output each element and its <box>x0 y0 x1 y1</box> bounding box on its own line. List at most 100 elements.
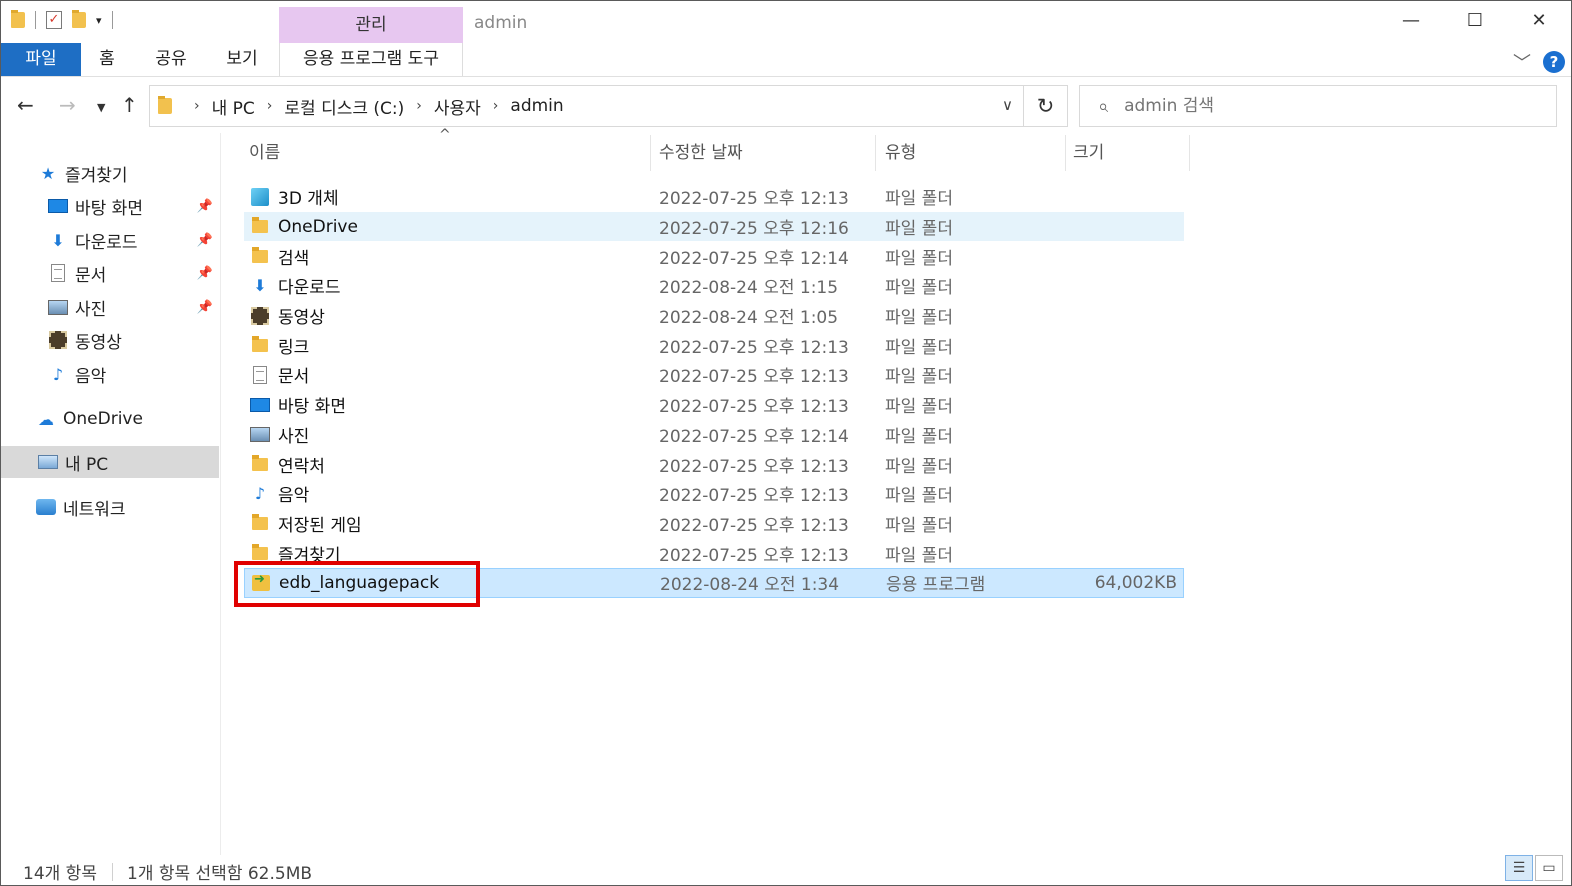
search-input[interactable] <box>1124 96 1505 116</box>
forward-arrow-icon[interactable]: → <box>59 93 76 117</box>
search-box[interactable]: ⌕ <box>1079 85 1557 127</box>
back-arrow-icon[interactable]: ← <box>17 93 34 117</box>
breadcrumb-chevron-icon[interactable]: › <box>493 98 499 114</box>
file-row[interactable]: ⬇ 다운로드 2022-08-24 오전 1:15 파일 폴더 <box>244 271 1184 301</box>
file-row[interactable]: 저장된 게임 2022-07-25 오후 12:13 파일 폴더 <box>244 509 1184 539</box>
sidebar-item-onedrive[interactable]: ☁ OneDrive <box>1 403 219 435</box>
contacts-folder-icon <box>249 454 271 474</box>
file-row[interactable]: OneDrive 2022-07-25 오후 12:16 파일 폴더 <box>244 211 1184 242</box>
column-divider[interactable] <box>650 135 651 171</box>
breadcrumb-chevron-icon[interactable]: › <box>194 98 200 114</box>
customize-qat-icon[interactable]: ▾ <box>96 14 102 27</box>
address-dropdown-icon[interactable]: ∨ <box>1002 96 1013 114</box>
breadcrumb-chevron-icon[interactable]: › <box>267 98 273 114</box>
sidebar-item-documents[interactable]: 문서 📌 <box>1 257 219 289</box>
file-date: 2022-07-25 오후 12:13 <box>659 456 849 477</box>
desktop-icon <box>47 196 69 216</box>
picture-icon <box>249 424 271 444</box>
column-header-name[interactable]: 이름 <box>249 135 649 171</box>
file-row[interactable]: 링크 2022-07-25 오후 12:13 파일 폴더 <box>244 330 1184 360</box>
column-divider[interactable] <box>1065 135 1066 171</box>
view-toggle: ☰ ▭ <box>1505 855 1563 881</box>
pin-icon[interactable]: 📌 <box>197 266 213 281</box>
file-date: 2022-07-25 오후 12:13 <box>659 337 849 358</box>
pin-icon[interactable]: 📌 <box>197 199 213 214</box>
column-divider[interactable] <box>875 135 876 171</box>
file-type: 파일 폴더 <box>885 248 953 269</box>
file-row[interactable]: 동영상 2022-08-24 오전 1:05 파일 폴더 <box>244 301 1184 331</box>
breadcrumb-admin[interactable]: admin <box>510 96 563 116</box>
new-folder-icon[interactable] <box>72 10 86 28</box>
sidebar-item-label: 내 PC <box>65 454 109 475</box>
tab-share[interactable]: 공유 <box>146 43 196 76</box>
folder-icon <box>11 10 25 28</box>
maximize-icon[interactable]: ☐ <box>1443 1 1507 41</box>
download-icon: ⬇ <box>51 230 65 250</box>
properties-icon[interactable]: ✓ <box>46 11 62 29</box>
sidebar-item-favorites[interactable]: ★ 즐겨찾기 <box>1 157 219 189</box>
file-row[interactable]: 문서 2022-07-25 오후 12:13 파일 폴더 <box>244 360 1184 390</box>
network-icon <box>35 497 57 517</box>
file-date: 2022-07-25 오후 12:13 <box>659 367 849 388</box>
manage-context-tab[interactable]: 관리 <box>279 7 463 43</box>
breadcrumb-users[interactable]: 사용자 <box>434 94 481 119</box>
file-date: 2022-07-25 오후 12:13 <box>659 397 849 418</box>
file-type: 파일 폴더 <box>885 397 953 418</box>
sidebar-item-label: 동영상 <box>75 332 122 353</box>
3d-objects-icon <box>249 187 271 207</box>
file-row[interactable]: 사진 2022-07-25 오후 12:14 파일 폴더 <box>244 420 1184 450</box>
breadcrumb-local-disk[interactable]: 로컬 디스크 (C:) <box>284 94 404 119</box>
address-bar[interactable]: › 내 PC › 로컬 디스크 (C:) › 사용자 › admin ∨ <box>149 85 1024 127</box>
close-icon[interactable]: ✕ <box>1507 1 1571 41</box>
file-row[interactable]: 바탕 화면 2022-07-25 오후 12:13 파일 폴더 <box>244 390 1184 420</box>
pin-icon[interactable]: 📌 <box>197 233 213 248</box>
file-type: 파일 폴더 <box>885 426 953 447</box>
minimize-icon[interactable]: — <box>1379 1 1443 41</box>
file-size: 64,002KB <box>1094 572 1177 593</box>
music-icon: ♪ <box>52 364 64 384</box>
column-header-date[interactable]: 수정한 날짜 <box>659 135 874 171</box>
refresh-icon[interactable]: ↻ <box>1024 85 1068 127</box>
details-view-icon[interactable]: ☰ <box>1505 855 1533 881</box>
sidebar-item-this-pc[interactable]: 내 PC <box>1 446 219 478</box>
sidebar-item-pictures[interactable]: 사진 📌 <box>1 291 219 323</box>
file-name: 링크 <box>278 337 310 358</box>
file-row[interactable]: 3D 개체 2022-07-25 오후 12:13 파일 폴더 <box>244 182 1184 212</box>
search-icon: ⌕ <box>1098 95 1109 117</box>
desktop-icon <box>249 395 271 415</box>
navigation-pane: ★ 즐겨찾기 바탕 화면 📌 ⬇ 다운로드 📌 문서 📌 사진 📌 동영상 ♪ … <box>1 133 221 855</box>
tab-application-tools[interactable]: 응용 프로그램 도구 <box>279 43 463 76</box>
large-icons-view-icon[interactable]: ▭ <box>1535 855 1563 881</box>
expand-ribbon-chevron-icon[interactable]: ﹀ <box>1513 49 1531 75</box>
sidebar-item-videos[interactable]: 동영상 <box>1 324 219 356</box>
breadcrumb-this-pc[interactable]: 내 PC <box>212 94 255 119</box>
up-arrow-icon[interactable]: ↑ <box>121 93 138 117</box>
file-type: 파일 폴더 <box>885 545 953 566</box>
sidebar-item-label: 다운로드 <box>75 232 138 253</box>
sidebar-item-downloads[interactable]: ⬇ 다운로드 📌 <box>1 224 219 256</box>
tab-home[interactable]: 홈 <box>86 43 128 76</box>
tab-view[interactable]: 보기 <box>219 43 265 76</box>
window-controls: — ☐ ✕ <box>1379 1 1571 41</box>
file-row[interactable]: 연락처 2022-07-25 오후 12:13 파일 폴더 <box>244 449 1184 479</box>
pin-icon[interactable]: 📌 <box>197 300 213 315</box>
column-divider[interactable] <box>1189 135 1190 171</box>
document-icon <box>249 365 271 385</box>
column-header-type[interactable]: 유형 <box>885 135 1065 171</box>
sidebar-item-desktop[interactable]: 바탕 화면 📌 <box>1 190 219 222</box>
sidebar-item-label: 문서 <box>75 265 107 286</box>
breadcrumb-chevron-icon[interactable]: › <box>416 98 422 114</box>
file-row[interactable]: 검색 2022-07-25 오후 12:14 파일 폴더 <box>244 241 1184 271</box>
file-name: 3D 개체 <box>278 189 339 210</box>
file-row[interactable]: ♪ 음악 2022-07-25 오후 12:13 파일 폴더 <box>244 479 1184 509</box>
column-header-size[interactable]: 크기 <box>1073 135 1188 171</box>
file-type: 파일 폴더 <box>885 456 953 477</box>
sidebar-item-network[interactable]: 네트워크 <box>1 491 219 523</box>
tab-file[interactable]: 파일 <box>1 43 81 76</box>
sidebar-item-music[interactable]: ♪ 음악 <box>1 358 219 390</box>
file-name: 사진 <box>278 426 310 447</box>
recent-locations-chevron-icon[interactable]: ▼ <box>97 101 105 114</box>
file-name: 연락처 <box>278 456 325 477</box>
help-icon[interactable]: ? <box>1543 51 1565 73</box>
file-name: 음악 <box>278 486 310 507</box>
